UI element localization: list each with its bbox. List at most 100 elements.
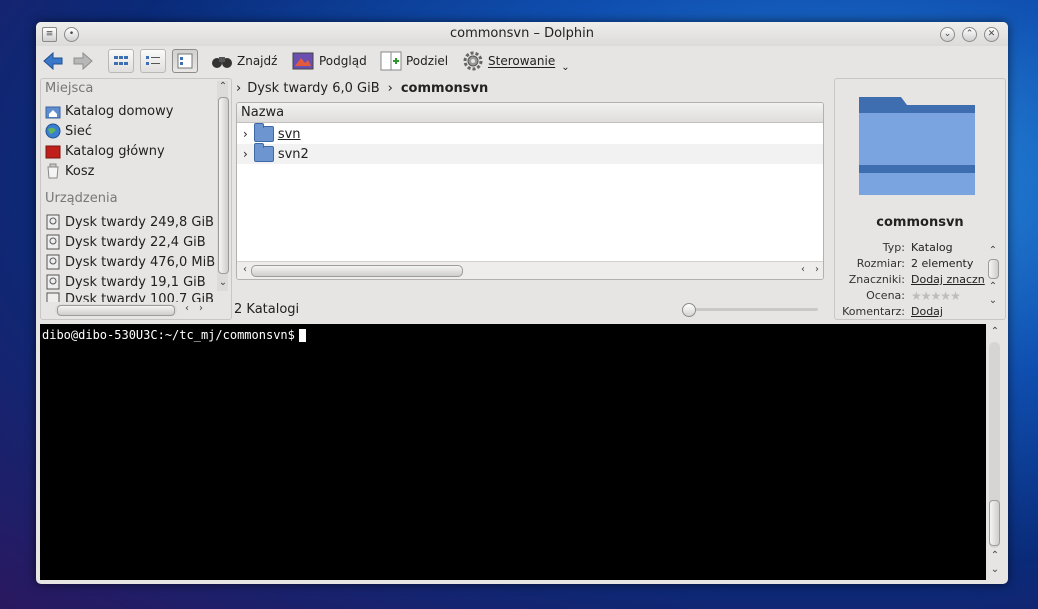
device-label: Dysk twardy 19,1 GiB <box>65 274 206 290</box>
device-item[interactable]: Dysk twardy 22,4 GiB <box>45 232 206 252</box>
close-icon[interactable]: ✕ <box>984 27 999 42</box>
forward-button[interactable] <box>72 50 94 72</box>
scroll-left-icon[interactable]: ‹ <box>797 264 809 275</box>
folder-icon <box>253 123 274 142</box>
compact-view-button[interactable] <box>140 49 166 73</box>
star-icon[interactable]: ★ <box>931 289 942 303</box>
scroll-up-icon[interactable]: ⌃ <box>987 245 999 256</box>
places-panel: Miejsca Katalog domowy Sieć Katalog głów… <box>40 78 232 320</box>
scroll-right-icon[interactable]: › <box>195 303 207 314</box>
file-list-horizontal-scrollbar[interactable]: ‹ ‹ › <box>237 261 823 279</box>
scroll-up-icon[interactable]: ⌃ <box>987 281 999 292</box>
icons-view-icon <box>114 56 128 65</box>
details-view-button[interactable] <box>172 49 198 73</box>
places-vertical-scrollbar[interactable]: ⌃ ⌄ <box>217 81 229 291</box>
scroll-down-icon[interactable]: ⌄ <box>987 295 999 306</box>
control-label: Sterowanie <box>488 54 556 68</box>
info-item-name: commonsvn <box>876 215 964 230</box>
minimize-icon[interactable]: ⌄ <box>940 27 955 42</box>
info-type-row: Typ: Katalog <box>835 241 985 257</box>
hard-disk-icon <box>46 292 60 302</box>
main-toolbar: Znajdź Podgląd Podziel Sterowanie ⌄ <box>36 46 1008 76</box>
device-item[interactable]: Dysk twardy 19,1 GiB <box>45 272 206 292</box>
star-icon[interactable]: ★ <box>911 289 922 303</box>
back-arrow-icon <box>43 52 63 70</box>
place-item-home[interactable]: Katalog domowy <box>45 101 173 121</box>
terminal-vertical-scrollbar[interactable]: ⌃ ⌃ ⌄ <box>986 324 1004 580</box>
expand-icon[interactable]: › <box>243 147 248 161</box>
expand-icon[interactable]: › <box>243 127 248 141</box>
places-horizontal-scrollbar[interactable] <box>55 304 177 316</box>
pin-icon[interactable]: • <box>64 27 79 42</box>
scroll-thumb[interactable] <box>989 500 1000 546</box>
add-comment-link[interactable]: Dodaj <box>911 305 943 319</box>
scroll-track[interactable] <box>989 342 1000 548</box>
device-item[interactable]: Dysk twardy 249,8 GiB <box>45 212 214 232</box>
split-label: Podziel <box>406 54 449 68</box>
main-view: › Dysk twardy 6,0 GiB › commonsvn Nazwa … <box>232 78 830 318</box>
breadcrumb-parent[interactable]: Dysk twardy 6,0 GiB <box>247 81 379 96</box>
device-item[interactable]: Dysk twardy 100,7 GiB <box>45 292 214 302</box>
info-tags-label: Znaczniki: <box>848 273 905 286</box>
icons-view-button[interactable] <box>108 49 134 73</box>
star-icon[interactable]: ★ <box>940 289 951 303</box>
control-button[interactable]: Sterowanie ⌄ <box>462 50 570 73</box>
scroll-thumb[interactable] <box>988 259 999 279</box>
place-item-root[interactable]: Katalog główny <box>45 141 165 161</box>
hard-disk-icon <box>46 254 60 270</box>
scroll-thumb[interactable] <box>251 265 463 277</box>
scroll-down-icon[interactable]: ⌄ <box>217 277 229 288</box>
terminal-output[interactable]: dibo@dibo-530U3C:~/tc_mj/commonsvn$ <box>42 328 306 342</box>
back-button[interactable] <box>42 50 64 72</box>
file-name: svn <box>277 126 301 142</box>
info-vertical-scrollbar[interactable]: ⌃ ⌃ ⌄ <box>987 245 999 317</box>
place-item-network[interactable]: Sieć <box>45 121 92 141</box>
rating-stars[interactable]: ★★★★★ <box>911 289 960 305</box>
star-icon[interactable]: ★ <box>950 289 960 303</box>
scroll-left-icon[interactable]: ‹ <box>239 264 251 275</box>
info-tags-row: Znaczniki: Dodaj znaczn <box>835 273 985 289</box>
info-size-row: Rozmiar: 2 elementy <box>835 257 985 273</box>
place-label: Katalog główny <box>65 143 165 159</box>
device-item[interactable]: Dysk twardy 476,0 MiB <box>45 252 215 272</box>
status-bar-text: 2 Katalogi <box>234 302 300 317</box>
hard-disk-icon <box>46 274 60 290</box>
maximize-icon[interactable]: ⌃ <box>962 27 977 42</box>
info-size-label: Rozmiar: <box>856 257 905 270</box>
split-button[interactable]: Podziel <box>380 50 448 72</box>
information-panel: commonsvn Typ: Katalog Rozmiar: 2 elemen… <box>834 78 1006 320</box>
scroll-up-icon[interactable]: ⌃ <box>989 550 1001 561</box>
file-row[interactable]: › svn <box>237 123 823 144</box>
scroll-thumb[interactable] <box>218 97 229 274</box>
title-bar[interactable]: ≡ • commonsvn – Dolphin ⌄ ⌃ ✕ <box>36 22 1008 46</box>
add-tags-link[interactable]: Dodaj znaczn <box>911 273 985 289</box>
info-comment-row: Komentarz: Dodaj <box>835 305 985 319</box>
compact-view-icon <box>146 56 160 65</box>
large-folder-icon <box>859 97 975 195</box>
chevron-down-icon[interactable]: ⌄ <box>561 62 569 73</box>
column-header-name[interactable]: Nazwa <box>237 103 823 123</box>
preview-button[interactable]: Podgląd <box>292 50 367 72</box>
find-button[interactable]: Znajdź <box>210 50 277 72</box>
device-label: Dysk twardy 476,0 MiB <box>65 254 216 270</box>
place-item-trash[interactable]: Kosz <box>45 161 94 181</box>
file-row[interactable]: › svn2 <box>237 143 823 164</box>
hard-disk-icon <box>46 234 60 250</box>
folder-icon <box>253 143 274 162</box>
terminal-panel[interactable]: dibo@dibo-530U3C:~/tc_mj/commonsvn$ ⌃ ⌃ … <box>40 324 1004 580</box>
info-type-label: Typ: <box>882 241 905 254</box>
window-menu-icon[interactable]: ≡ <box>42 27 57 42</box>
scroll-down-icon[interactable]: ⌄ <box>989 564 1001 575</box>
breadcrumb-current[interactable]: commonsvn <box>401 81 488 96</box>
star-icon[interactable]: ★ <box>921 289 932 303</box>
window-title: commonsvn – Dolphin <box>449 26 594 41</box>
scroll-left-icon[interactable]: ‹ <box>181 303 193 314</box>
scroll-up-icon[interactable]: ⌃ <box>989 326 1001 337</box>
zoom-slider-handle[interactable] <box>682 303 696 317</box>
zoom-slider[interactable] <box>682 303 818 317</box>
scroll-up-icon[interactable]: ⌃ <box>217 81 229 92</box>
info-comment-label: Komentarz: <box>842 305 905 318</box>
scroll-right-icon[interactable]: › <box>811 264 823 275</box>
scroll-thumb[interactable] <box>57 305 175 316</box>
info-rating-label: Ocena: <box>866 289 905 302</box>
